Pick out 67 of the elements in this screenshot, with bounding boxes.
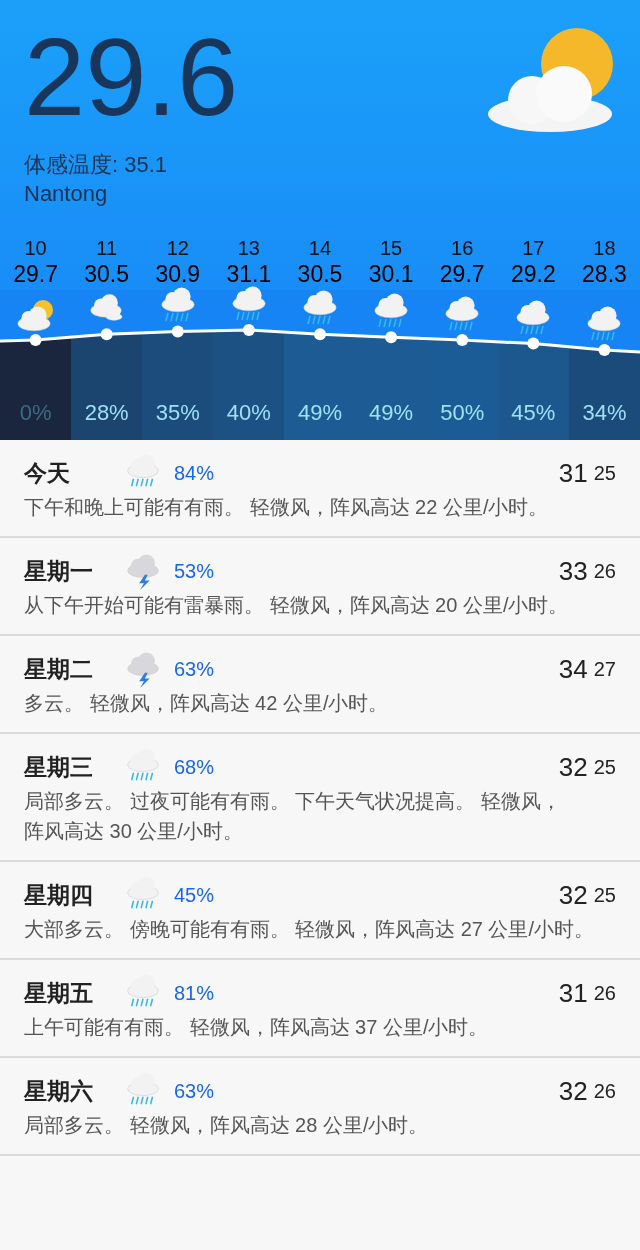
precipitation-chance: 53%	[174, 559, 215, 583]
high-temperature: 32	[558, 751, 588, 783]
low-temperature: 26	[593, 1079, 616, 1103]
low-temperature: 25	[593, 883, 616, 907]
day-name: 星期四	[24, 880, 94, 910]
precipitation-chance: 49%	[369, 400, 414, 426]
high-temperature: 32	[558, 879, 588, 911]
hour-temperature: 31.1	[226, 260, 272, 288]
hour-label: 14	[308, 236, 332, 260]
precipitation-chance: 40%	[226, 400, 271, 426]
hour-temperature: 28.3	[582, 260, 627, 288]
current-temperature: 29.6	[24, 22, 239, 140]
low-temperature: 26	[593, 981, 616, 1005]
hour-label: 11	[96, 236, 118, 260]
hour-label: 12	[166, 236, 189, 260]
low-temperature: 26	[593, 559, 616, 583]
thunderstorm-icon	[124, 650, 162, 688]
high-temperature: 31	[558, 457, 588, 489]
hour-temperature: 29.7	[13, 260, 58, 288]
precipitation-chance: 45%	[511, 400, 556, 426]
precipitation-chance: 63%	[174, 1079, 215, 1103]
precipitation-chance: 45%	[174, 883, 215, 907]
precipitation-chance: 63%	[174, 657, 215, 681]
hour-label: 18	[593, 236, 616, 260]
low-temperature: 25	[593, 461, 616, 485]
hour-temperature: 30.5	[297, 260, 343, 288]
hour-label: 16	[451, 236, 474, 260]
high-temperature: 32	[558, 1075, 588, 1107]
day-name: 星期五	[24, 978, 94, 1008]
precipitation-chance: 68%	[174, 755, 215, 779]
forecast-summary: 下午和晚上可能有有雨。 轻微风，阵风高达 22 公里/小时。	[24, 495, 550, 520]
low-temperature: 25	[593, 755, 616, 779]
high-temperature: 34	[558, 653, 588, 685]
precipitation-chance: 34%	[582, 400, 627, 426]
high-temperature: 33	[558, 555, 588, 587]
forecast-summary: 多云。 轻微风，阵风高达 42 公里/小时。	[24, 691, 390, 716]
thunderstorm-icon	[124, 552, 162, 590]
hour-label: 10	[24, 236, 47, 260]
precipitation-chance: 49%	[297, 400, 342, 426]
precipitation-chance: 50%	[440, 400, 485, 426]
precipitation-chance: 84%	[174, 461, 215, 485]
hour-label: 17	[522, 236, 545, 260]
forecast-summary: 从下午开始可能有雷暴雨。 轻微风，阵风高达 20 公里/小时。	[24, 593, 570, 618]
day-name: 星期二	[24, 654, 94, 684]
forecast-summary: 局部多云。 轻微风，阵风高达 28 公里/小时。	[24, 1113, 430, 1138]
hour-label: 13	[237, 236, 260, 260]
precipitation-chance: 28%	[84, 400, 129, 426]
hour-temperature: 30.9	[155, 260, 201, 288]
day-name: 星期三	[24, 752, 94, 782]
day-name: 今天	[24, 458, 71, 488]
forecast-summary: 局部多云。 过夜可能有有雨。 下午天气状况提高。 轻微风，阵风高达 30 公里/小时。	[24, 789, 562, 844]
precipitation-chance: 0%	[19, 400, 52, 426]
day-name: 星期六	[24, 1076, 94, 1106]
city-name: Nantong	[24, 180, 109, 208]
hour-temperature: 30.5	[84, 260, 130, 288]
precipitation-chance: 35%	[155, 400, 200, 426]
forecast-summary: 上午可能有有雨。 轻微风，阵风高达 37 公里/小时。	[24, 1015, 490, 1040]
hour-label: 15	[379, 236, 403, 260]
forecast-summary: 大部多云。 傍晚可能有有雨。 轻微风，阵风高达 27 公里/小时。	[24, 917, 596, 942]
hour-temperature: 29.7	[439, 260, 485, 288]
low-temperature: 27	[593, 657, 616, 681]
high-temperature: 31	[558, 977, 588, 1009]
day-name: 星期一	[24, 556, 94, 586]
hour-temperature: 29.2	[510, 260, 556, 288]
feels-like-text: 体感温度: 35.1	[24, 151, 169, 179]
hour-temperature: 30.1	[368, 260, 414, 288]
precipitation-chance: 81%	[174, 981, 215, 1005]
